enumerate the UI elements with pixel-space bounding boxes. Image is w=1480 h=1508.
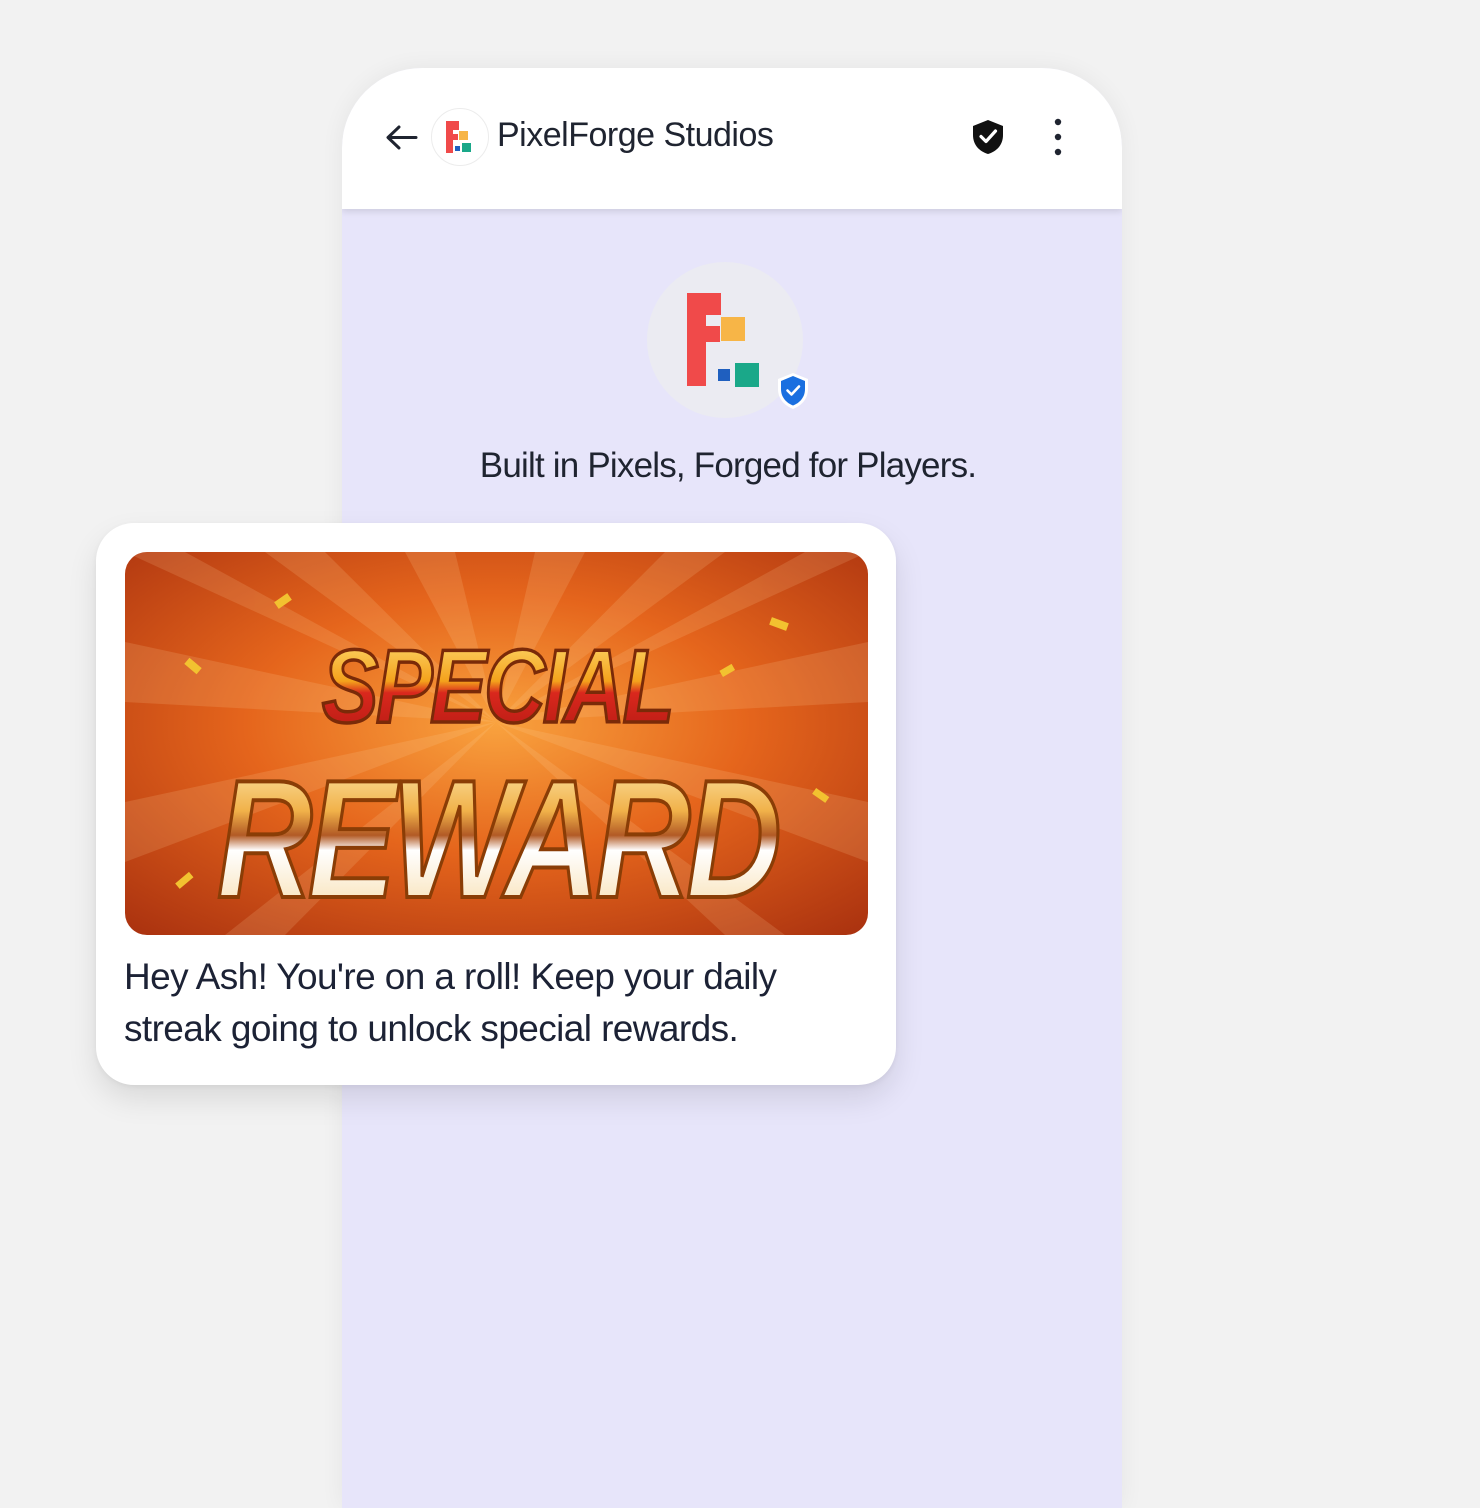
pixelforge-logo-icon: [446, 121, 471, 153]
more-options-button[interactable]: [1040, 116, 1076, 158]
back-button[interactable]: [382, 118, 422, 158]
verified-shield-icon[interactable]: [970, 118, 1006, 156]
rich-message-card[interactable]: SPECIAL REWARD Hey Ash! You're on a roll…: [96, 523, 896, 1085]
brand-tagline: Built in Pixels, Forged for Players.: [479, 446, 977, 485]
promo-banner-image[interactable]: SPECIAL REWARD: [125, 552, 868, 935]
more-vertical-icon: [1054, 118, 1062, 156]
verified-check-badge-icon: [776, 372, 810, 410]
message-text: Hey Ash! You're on a roll! Keep your dai…: [124, 956, 777, 1049]
banner-title-line1: SPECIAL: [322, 629, 672, 745]
arrow-left-icon: [386, 125, 418, 150]
app-name: PixelForge Studios: [497, 116, 774, 154]
chat-header: PixelForge Studios: [342, 68, 1122, 209]
brand-logo-small[interactable]: [431, 108, 489, 166]
banner-title-line2: REWARD: [217, 745, 778, 933]
